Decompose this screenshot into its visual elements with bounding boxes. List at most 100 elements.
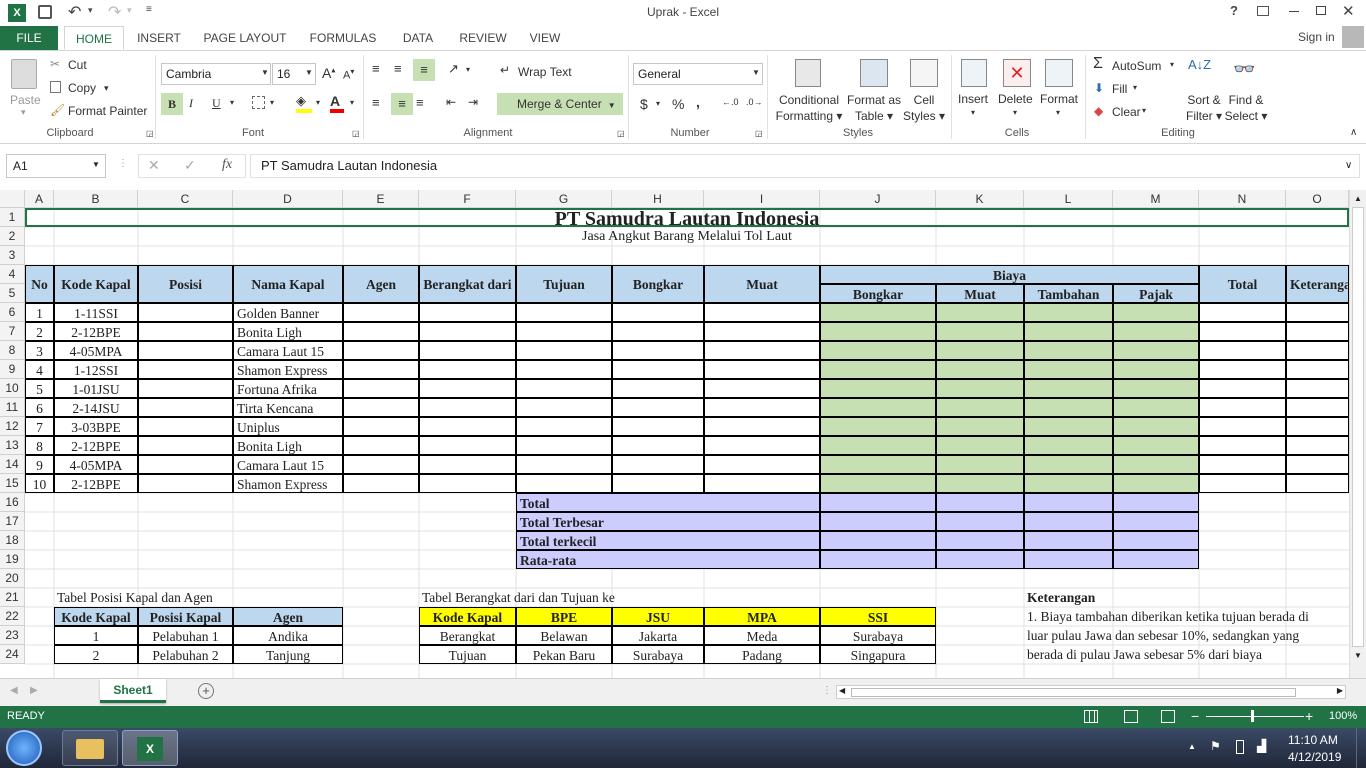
avatar[interactable] (1342, 26, 1364, 48)
biaya-cell[interactable] (1113, 398, 1199, 417)
merge-dropdown-icon[interactable]: ▼ (608, 101, 616, 110)
biaya-cell[interactable] (820, 455, 936, 474)
find-select-icon[interactable]: 👓 (1233, 59, 1255, 80)
data-total[interactable] (1199, 379, 1286, 398)
tab-file[interactable]: FILE (0, 26, 58, 50)
delete-cells-button[interactable]: Delete (998, 92, 1033, 106)
data-cell[interactable] (343, 379, 419, 398)
currency-button[interactable]: $ (640, 96, 648, 112)
format-cells-icon[interactable] (1045, 59, 1073, 87)
header-no[interactable]: No (25, 265, 54, 303)
next-sheet-icon[interactable]: ▶ (30, 685, 38, 696)
data-no[interactable]: 1 (25, 303, 54, 322)
data-total[interactable] (1199, 322, 1286, 341)
ribbon-display-icon[interactable] (1257, 6, 1269, 16)
wrap-text-button[interactable]: Wrap Text (518, 65, 572, 79)
biaya-cell[interactable] (820, 379, 936, 398)
paste-button[interactable]: Paste (10, 93, 41, 107)
prev-sheet-icon[interactable]: ◀ (10, 685, 18, 696)
summary-value[interactable] (1024, 493, 1113, 512)
biaya-cell[interactable] (936, 455, 1024, 474)
table-posisi-cell[interactable]: Pelabuhan 1 (138, 626, 233, 645)
table-berangkat-cell[interactable]: Surabaya (612, 645, 704, 664)
insert-function-icon[interactable]: fx (222, 157, 232, 173)
data-cell[interactable] (419, 436, 516, 455)
data-posisi[interactable] (138, 474, 233, 493)
summary-label[interactable]: Total Terbesar (516, 512, 820, 531)
increase-decimal-icon[interactable]: ←.0 (722, 97, 739, 107)
sort-filter-icon[interactable]: A↓Z (1188, 57, 1211, 72)
data-posisi[interactable] (138, 341, 233, 360)
tab-home[interactable]: HOME (64, 26, 124, 50)
data-no[interactable]: 2 (25, 322, 54, 341)
network-icon[interactable]: ▟ (1257, 739, 1266, 753)
biaya-cell[interactable] (936, 360, 1024, 379)
data-cell[interactable] (612, 379, 704, 398)
header-biaya-tambahan[interactable]: Tambahan (1024, 284, 1113, 303)
summary-value[interactable] (936, 493, 1024, 512)
sheet-subtitle[interactable]: Jasa Angkut Barang Melalui Tol Laut (25, 227, 1349, 246)
biaya-cell[interactable] (1024, 417, 1113, 436)
biaya-cell[interactable] (1024, 474, 1113, 493)
summary-value[interactable] (1113, 550, 1199, 569)
biaya-cell[interactable] (1024, 436, 1113, 455)
data-cell[interactable] (704, 398, 820, 417)
name-box[interactable]: A1 (6, 154, 106, 178)
data-total[interactable] (1199, 303, 1286, 322)
zoom-slider[interactable] (1206, 716, 1304, 717)
data-keterangan[interactable] (1286, 360, 1349, 379)
percent-button[interactable]: % (672, 96, 684, 112)
data-total[interactable] (1199, 474, 1286, 493)
summary-value[interactable] (936, 512, 1024, 531)
decrease-indent-icon[interactable]: ⇤ (446, 95, 456, 109)
table-berangkat-cell[interactable]: Padang (704, 645, 820, 664)
data-posisi[interactable] (138, 398, 233, 417)
data-cell[interactable] (419, 474, 516, 493)
page-layout-view-icon[interactable] (1124, 710, 1138, 723)
add-sheet-icon[interactable]: + (198, 683, 214, 699)
data-cell[interactable] (343, 474, 419, 493)
biaya-cell[interactable] (936, 474, 1024, 493)
battery-icon[interactable] (1236, 740, 1244, 754)
data-cell[interactable] (419, 417, 516, 436)
fill-button[interactable]: Fill (1112, 82, 1127, 96)
name-box-dropdown-icon[interactable]: ▼ (92, 160, 100, 169)
summary-value[interactable] (1113, 493, 1199, 512)
keterangan-line[interactable]: berada di pulau Jawa sebesar 5% dari bia… (1024, 645, 1349, 664)
copy-icon[interactable] (50, 81, 61, 93)
table-posisi-header[interactable]: Posisi Kapal (138, 607, 233, 626)
fill-color-dropdown-icon[interactable]: ▾ (316, 98, 320, 107)
data-kode-kapal[interactable]: 2-12BPE (54, 322, 138, 341)
biaya-cell[interactable] (820, 341, 936, 360)
summary-label[interactable]: Total (516, 493, 820, 512)
cut-icon[interactable]: ✂ (50, 57, 60, 71)
data-cell[interactable] (419, 341, 516, 360)
conditional-formatting-icon[interactable] (795, 59, 821, 87)
delete-cells-icon[interactable]: ✕ (1003, 59, 1031, 87)
header-tujuan[interactable]: Tujuan (516, 265, 612, 303)
data-nama-kapal[interactable]: Fortuna Afrika (233, 379, 343, 398)
biaya-cell[interactable] (1113, 417, 1199, 436)
data-cell[interactable] (516, 455, 612, 474)
align-bottom-icon[interactable]: ≡ (413, 59, 435, 81)
data-no[interactable]: 7 (25, 417, 54, 436)
tab-formulas[interactable]: FORMULAS (304, 26, 382, 50)
header-biaya-bongkar[interactable]: Bongkar (820, 284, 936, 303)
format-painter-icon[interactable]: 🖌 (50, 103, 65, 117)
sort-filter-button[interactable]: Sort & Filter ▾ (1183, 92, 1225, 124)
data-posisi[interactable] (138, 379, 233, 398)
font-size-dropdown-icon[interactable]: ▼ (305, 68, 313, 77)
hscroll-thumb[interactable] (851, 688, 1296, 697)
table-berangkat-header[interactable]: BPE (516, 607, 612, 626)
data-kode-kapal[interactable]: 2-12BPE (54, 474, 138, 493)
drag-handle-icon[interactable]: ⋮ (118, 158, 128, 169)
header-posisi[interactable]: Posisi (138, 265, 233, 303)
biaya-cell[interactable] (1113, 303, 1199, 322)
data-keterangan[interactable] (1286, 417, 1349, 436)
data-posisi[interactable] (138, 417, 233, 436)
scroll-up-icon[interactable]: ▲ (1350, 194, 1366, 203)
scroll-left-icon[interactable]: ◀ (839, 686, 845, 695)
data-cell[interactable] (516, 398, 612, 417)
data-cell[interactable] (516, 341, 612, 360)
data-keterangan[interactable] (1286, 455, 1349, 474)
